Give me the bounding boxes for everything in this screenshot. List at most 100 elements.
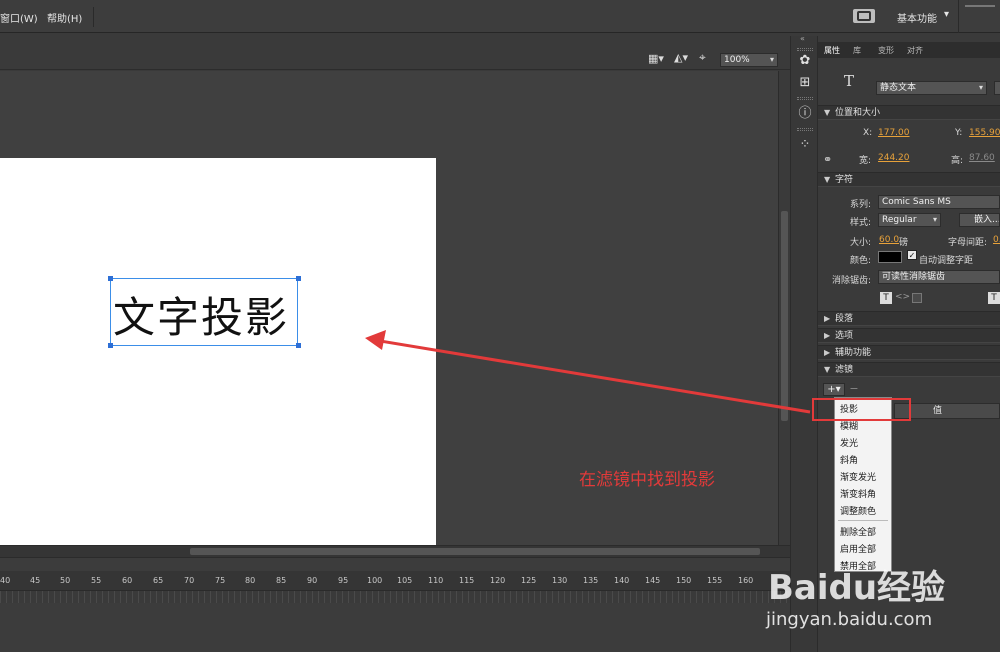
filter-item-bevel[interactable]: 斜角 [840,453,858,466]
checkbox-autokern[interactable]: ✓ [907,250,917,260]
menu-window[interactable]: 窗口(W) [0,10,38,25]
section-title: 选项 [835,331,854,341]
motion-presets-icon[interactable]: ⁘ [797,137,813,153]
tab-properties[interactable]: 属性 [824,45,840,56]
panel-grip[interactable] [797,128,813,131]
tab-library[interactable]: 库 [853,45,861,56]
edit-symbol-icon[interactable]: ◭▾ [674,51,688,64]
minimize-icon[interactable] [965,5,995,7]
ruler-label: 100 [367,576,383,585]
collapse-panel-icon[interactable]: « [800,34,805,43]
filter-item-adjust-color[interactable]: 调整颜色 [840,504,876,517]
menu-help[interactable]: 帮助(H) [47,10,82,25]
x-value[interactable]: 177.00 [878,128,910,138]
align-grid-icon[interactable]: ⊞ [797,75,813,91]
highlight-box [812,398,911,421]
filter-item-delete-all[interactable]: 删除全部 [840,525,876,538]
tab-align[interactable]: 对齐 [907,45,923,56]
panel-tabs: 属性 库 变形 对齐 [818,42,1000,58]
font-family-select[interactable]: Comic Sans MS [878,195,1000,209]
filter-item-glow[interactable]: 发光 [840,436,858,449]
caret-down-icon: ▼ [824,365,831,374]
size-unit: 磅 [899,238,909,248]
zoom-select[interactable]: 100% ▾ [720,53,778,67]
family-label: 系列: [850,200,872,210]
font-style-value: Regular [882,215,917,225]
section-title: 位置和大小 [835,108,881,118]
stage-text-field[interactable]: 文字投影 [113,284,289,345]
size-label: 大小: [850,238,872,248]
filter-item-enable-all[interactable]: 启用全部 [840,542,876,555]
section-options[interactable]: ▶ 选项 [818,328,1000,343]
selectable-text-icon[interactable]: T [880,292,892,304]
frame-cells[interactable] [0,591,790,603]
frame-ruler[interactable]: 40 45 50 55 60 65 70 75 80 85 90 95 100 … [0,571,790,591]
annotation-note: 在滤镜中找到投影 [579,470,715,490]
tab-transform[interactable]: 变形 [878,45,894,56]
html-render-icon[interactable]: <> [895,292,910,302]
workspace-switcher[interactable]: 基本功能 [897,10,937,25]
timeline-panel: 40 45 50 55 60 65 70 75 80 85 90 95 100 … [0,557,790,652]
panel-grip[interactable] [797,97,813,100]
y-value[interactable]: 155.90 [969,128,1000,138]
superscript-icon[interactable]: T [988,292,1000,304]
stage-canvas[interactable] [0,158,436,545]
scroll-thumb[interactable] [190,548,760,555]
ruler-label: 45 [30,576,41,585]
panel-grip[interactable] [797,48,813,51]
ruler-label: 140 [614,576,630,585]
embed-label: 嵌入... [974,215,1000,225]
antialias-select[interactable]: 可读性消除锯齿 [878,270,1000,284]
section-accessibility[interactable]: ▶ 辅助功能 [818,345,1000,360]
border-icon[interactable] [912,293,922,303]
height-value[interactable]: 87.60 [969,153,995,163]
filter-item-gradient-bevel[interactable]: 渐变斜角 [840,487,876,500]
color-palette-icon[interactable]: ✿ [797,53,813,69]
size-value[interactable]: 60.0 [879,235,899,245]
section-filters[interactable]: ▼ 滤镜 [818,362,1000,377]
ruler-label: 155 [707,576,723,585]
resize-handle[interactable] [296,343,301,348]
link-icon[interactable]: ⚭ [823,153,832,166]
scroll-thumb[interactable] [781,211,788,421]
ruler-label: 105 [397,576,413,585]
watermark-logo: Baidu经验 [768,568,946,608]
remove-filter-button[interactable]: − [848,383,860,396]
antialias-label: 消除锯齿: [832,276,872,286]
add-filter-button[interactable]: +▾ [823,383,845,396]
autokern-label: 自动调整字距 [919,256,974,266]
resize-handle[interactable] [296,276,301,281]
caret-down-icon: ▼ [824,175,831,184]
section-title: 段落 [835,314,854,324]
horizontal-scrollbar[interactable] [0,545,790,557]
filter-item-gradient-glow[interactable]: 渐变发光 [840,470,876,483]
chevron-down-icon[interactable]: ▾ [944,9,949,20]
info-icon[interactable]: ⓘ [797,106,813,122]
embed-button[interactable]: 嵌入... [959,213,1000,227]
sync-settings-icon[interactable] [853,9,875,23]
text-type-select[interactable]: 静态文本 ▾ [876,81,987,95]
resize-handle[interactable] [108,276,113,281]
chevron-down-icon: ▾ [932,215,937,224]
vertical-scrollbar[interactable] [778,71,790,545]
section-title: 辅助功能 [835,348,872,358]
width-value[interactable]: 244.20 [878,153,910,163]
antialias-value: 可读性消除锯齿 [882,272,946,282]
section-character[interactable]: ▼ 字符 [818,172,1000,187]
menu-divider [838,520,888,521]
edit-scene-icon[interactable]: ▦▾ [648,52,664,65]
zoom-value: 100% [724,55,750,65]
text-direction-select[interactable] [994,81,1000,95]
center-stage-icon[interactable]: ⌖ [699,50,706,65]
section-position-size[interactable]: ▼ 位置和大小 [818,105,1000,120]
color-swatch[interactable] [878,251,902,263]
ruler-label: 160 [738,576,754,585]
watermark-url: jingyan.baidu.com [766,609,933,630]
ruler-label: 150 [676,576,692,585]
menu-divider [93,7,94,27]
width-label: 宽: [859,156,872,166]
font-style-select[interactable]: Regular ▾ [878,213,941,227]
section-paragraph[interactable]: ▶ 段落 [818,311,1000,326]
style-label: 样式: [850,218,872,228]
letter-spacing-value[interactable]: 0. [993,235,1000,245]
